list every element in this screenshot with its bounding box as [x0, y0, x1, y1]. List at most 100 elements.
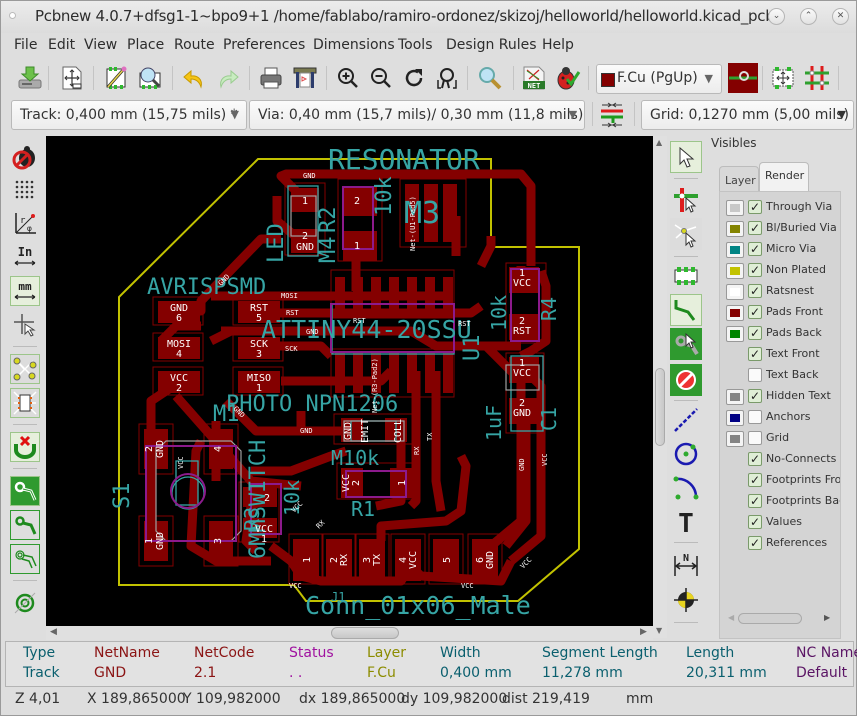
add-footprint-icon[interactable] — [670, 260, 702, 292]
zoom-fit-icon[interactable] — [432, 63, 462, 93]
color-swatch-button[interactable] — [726, 305, 744, 321]
zone-sketch-icon[interactable] — [10, 544, 40, 574]
add-text-icon[interactable]: T — [670, 506, 702, 538]
module-ratsnest-icon[interactable] — [10, 388, 40, 418]
cursor-shape-icon[interactable] — [10, 310, 40, 340]
visibility-checkbox[interactable]: ✓ — [748, 452, 762, 466]
footprint-editor-icon[interactable] — [101, 63, 131, 93]
footprint-viewer-icon[interactable] — [135, 63, 165, 93]
render-item[interactable]: ✓ Pads Front — [720, 303, 840, 323]
add-circle-icon[interactable] — [670, 438, 702, 470]
menu-place[interactable]: Place — [127, 37, 164, 53]
read-netlist-icon[interactable]: NET — [519, 63, 549, 93]
visibility-checkbox[interactable]: ✓ — [748, 515, 762, 529]
color-swatch-button[interactable] — [726, 242, 744, 258]
autoroute-icon[interactable] — [802, 63, 832, 93]
menu-file[interactable]: File — [14, 37, 37, 53]
add-arc-icon[interactable] — [670, 472, 702, 504]
visibility-checkbox[interactable]: ✓ — [748, 347, 762, 361]
visibility-checkbox[interactable]: ✓ — [748, 536, 762, 550]
visibility-checkbox[interactable]: ✓ — [748, 473, 762, 487]
visibility-checkbox[interactable]: ✓ — [748, 305, 762, 319]
zoom-in-icon[interactable] — [333, 63, 363, 93]
drc-icon[interactable] — [553, 63, 583, 93]
ratsnest-icon[interactable] — [10, 354, 40, 384]
zone-fill-icon[interactable] — [10, 476, 40, 506]
inch-units-icon[interactable]: In — [10, 242, 40, 272]
maximize-button[interactable]: ⌃ — [800, 8, 817, 25]
grid-select[interactable]: Grid: 0,1270 mm (5,00 mils) ▼ — [641, 100, 854, 130]
scroll-right-icon[interactable]: ▶ — [824, 613, 830, 622]
find-icon[interactable] — [475, 63, 505, 93]
tab-render[interactable]: Render — [759, 162, 809, 192]
canvas-horizontal-scrollbar[interactable]: ◀ ▶ — [46, 626, 653, 640]
close-button[interactable]: ✕ — [832, 8, 849, 25]
auto-track-width-icon[interactable] — [597, 99, 627, 129]
redo-icon[interactable] — [213, 63, 243, 93]
select-icon[interactable] — [670, 141, 702, 173]
visibility-checkbox[interactable]: ✓ — [748, 221, 762, 235]
render-item[interactable]: ✓ Hidden Text — [720, 387, 840, 407]
minimize-button[interactable]: ⌄ — [768, 8, 785, 25]
color-swatch-button[interactable] — [726, 389, 744, 405]
layer-select[interactable]: F.Cu (PgUp) ▼ — [596, 64, 722, 94]
auto-delete-track-icon[interactable] — [10, 432, 40, 462]
render-item[interactable]: ✓ Micro Via — [720, 240, 840, 260]
menu-preferences[interactable]: Preferences — [223, 37, 305, 53]
horizontal-scroll-thumb[interactable] — [331, 627, 399, 639]
visibility-checkbox[interactable]: ✓ — [748, 494, 762, 508]
add-zone-icon[interactable] — [670, 328, 702, 360]
render-item[interactable]: ✓ Ratsnest — [720, 282, 840, 302]
menu-tools[interactable]: Tools — [398, 37, 433, 53]
visibility-checkbox[interactable]: ✓ — [748, 326, 762, 340]
highlight-net-icon[interactable] — [670, 184, 702, 216]
render-list-scroll-thumb[interactable] — [738, 613, 802, 624]
keepout-icon[interactable] — [670, 364, 702, 396]
render-item[interactable]: ✓ Through Via — [720, 198, 840, 218]
pcb-canvas[interactable]: RESONATOR M3 R2 10k M4 LED AVRISPSMD ATT… — [46, 136, 653, 626]
color-swatch-button[interactable] — [726, 326, 744, 342]
grid-icon[interactable] — [10, 174, 40, 204]
menu-route[interactable]: Route — [174, 37, 215, 53]
scroll-down-icon[interactable]: ▼ — [656, 626, 662, 635]
render-item[interactable]: ✓ No-Connects — [720, 450, 840, 470]
render-item[interactable]: Anchors — [720, 408, 840, 428]
window-menu-icon[interactable] — [9, 12, 16, 19]
render-item[interactable]: Grid — [720, 429, 840, 449]
visibility-checkbox[interactable]: ✓ — [748, 263, 762, 277]
polar-coords-icon[interactable]: rφ — [10, 208, 40, 238]
mm-units-icon[interactable]: mm — [10, 276, 40, 306]
local-ratsnest-icon[interactable] — [670, 218, 702, 250]
vertical-scroll-thumb[interactable] — [655, 368, 665, 446]
render-item[interactable]: ✓ Pads Back — [720, 324, 840, 344]
zone-outline-icon[interactable] — [10, 510, 40, 540]
layer-pair-icon[interactable] — [728, 63, 758, 93]
via-size-select[interactable]: Via: 0,40 mm (15,7 mils)/ 0,30 mm (11,8 … — [249, 100, 585, 130]
print-icon[interactable] — [256, 63, 286, 93]
redraw-icon[interactable] — [399, 63, 429, 93]
menu-edit[interactable]: Edit — [48, 37, 75, 53]
page-settings-icon[interactable] — [57, 63, 87, 93]
menu-help[interactable]: Help — [542, 37, 574, 53]
render-item[interactable]: ✓ References — [720, 534, 840, 554]
color-swatch-button[interactable] — [726, 284, 744, 300]
render-item[interactable]: ✓ Values — [720, 513, 840, 533]
autoplace-icon[interactable] — [768, 63, 798, 93]
render-item[interactable]: Text Back — [720, 366, 840, 386]
render-item[interactable]: ✓ Footprints Front — [720, 471, 840, 491]
visibility-checkbox[interactable] — [748, 410, 762, 424]
add-target-icon[interactable] — [670, 584, 702, 616]
render-item[interactable]: ✓ Text Front — [720, 345, 840, 365]
drc-off-icon[interactable] — [10, 142, 40, 172]
render-item[interactable]: ✓ Bl/Buried Via — [720, 219, 840, 239]
add-line-icon[interactable] — [670, 404, 702, 436]
menu-design-rules[interactable]: Design Rules — [446, 37, 537, 53]
scroll-left-icon[interactable]: ◀ — [50, 627, 57, 637]
visibility-checkbox[interactable] — [748, 368, 762, 382]
visibility-checkbox[interactable]: ✓ — [748, 242, 762, 256]
tab-layer[interactable]: Layer — [719, 166, 759, 192]
route-track-icon[interactable] — [670, 294, 702, 326]
scroll-right-icon[interactable]: ▶ — [640, 627, 647, 637]
visibility-checkbox[interactable] — [748, 431, 762, 445]
color-swatch-button[interactable] — [726, 263, 744, 279]
